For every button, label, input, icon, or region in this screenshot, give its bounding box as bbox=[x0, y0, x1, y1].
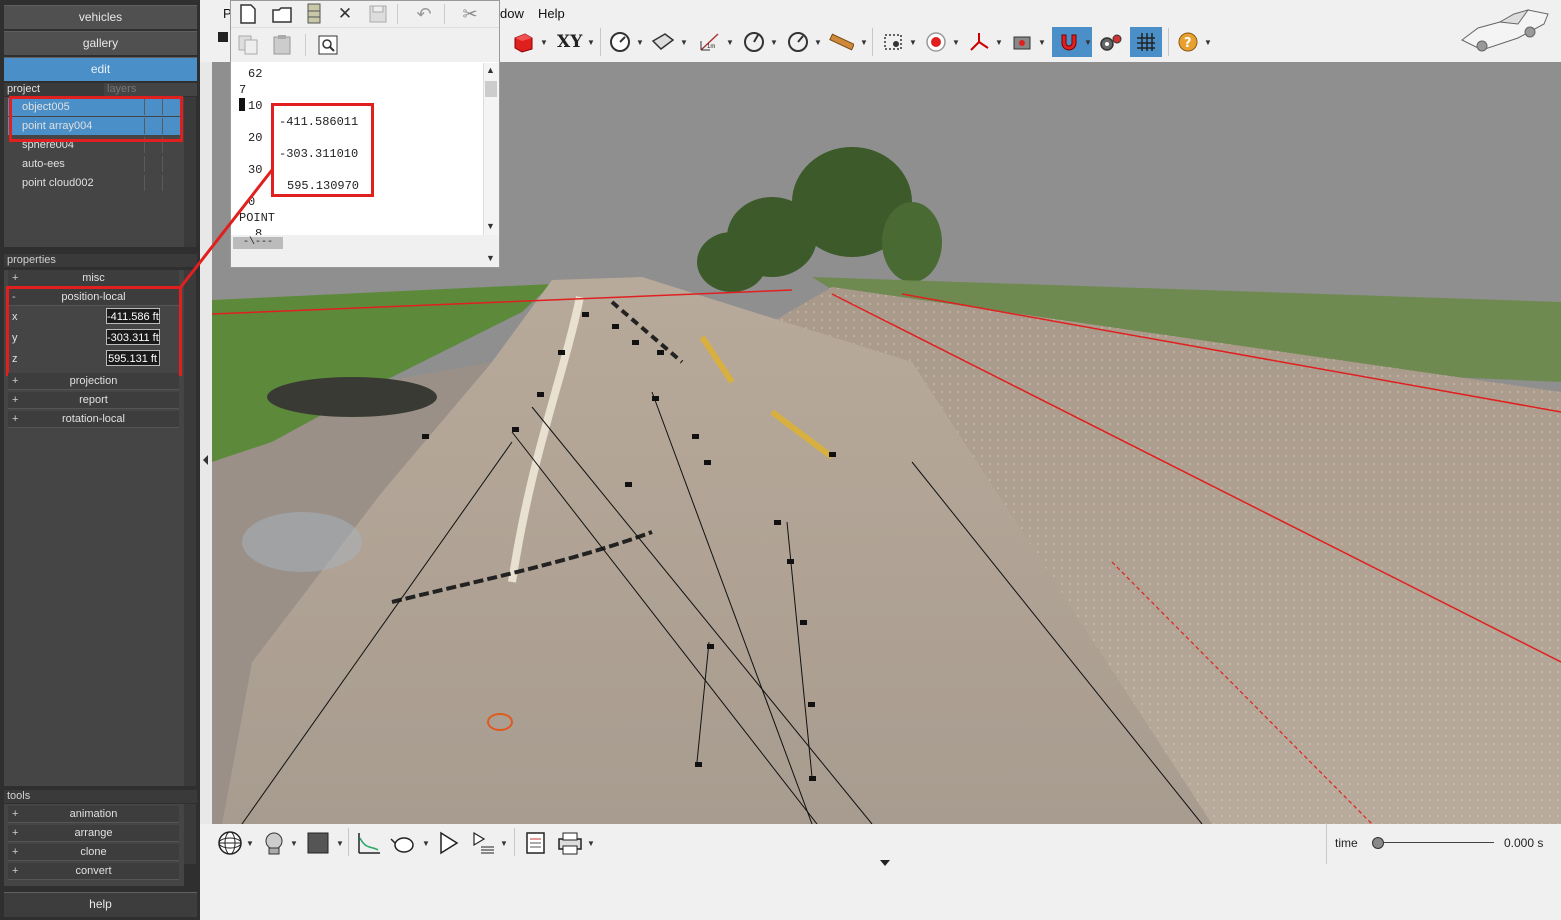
report-group[interactable]: + report bbox=[8, 392, 179, 409]
time-slider-thumb[interactable] bbox=[1372, 837, 1384, 849]
scroll-up-icon[interactable]: ▲ bbox=[486, 65, 495, 75]
scroll-thumb[interactable] bbox=[485, 81, 497, 97]
gears-icon[interactable] bbox=[1098, 29, 1124, 55]
tool-arrange[interactable]: + arrange bbox=[8, 825, 179, 842]
time-label: time bbox=[1335, 836, 1358, 850]
magnet-icon bbox=[1056, 29, 1082, 55]
editor-toolbar: ✕ ↶ ✂ bbox=[231, 1, 499, 28]
highlight-box bbox=[6, 286, 182, 376]
tools-header: tools bbox=[4, 790, 197, 803]
wireframe-sphere-icon[interactable] bbox=[216, 829, 244, 857]
undo-icon[interactable]: ↶ bbox=[411, 1, 437, 27]
editor-status: -\--- bbox=[233, 237, 283, 249]
copy-icon[interactable] bbox=[235, 32, 261, 58]
editor-scrollbar[interactable]: ▲ ▼ bbox=[483, 63, 499, 235]
help-icon[interactable]: ? bbox=[1175, 29, 1201, 55]
editor-status-bar: -\--- ▼ bbox=[231, 235, 499, 267]
svg-text:?: ? bbox=[1184, 36, 1192, 51]
editor-line: 10 bbox=[248, 99, 263, 113]
color-swatch-icon[interactable] bbox=[304, 829, 332, 857]
scroll-down-icon-2[interactable]: ▼ bbox=[486, 253, 495, 263]
arrow-tool-icon[interactable] bbox=[218, 32, 228, 42]
properties-header: properties bbox=[4, 254, 197, 267]
ruler-icon[interactable] bbox=[828, 29, 854, 55]
angle-icon[interactable] bbox=[741, 29, 767, 55]
editor-line: 20 bbox=[248, 131, 263, 145]
tools-panel: + animation + arrange + clone + convert bbox=[4, 804, 184, 886]
report-icon[interactable] bbox=[522, 829, 550, 857]
target-icon[interactable] bbox=[923, 29, 949, 55]
compass-icon[interactable] bbox=[785, 29, 811, 55]
time-value: 0.000 s bbox=[1504, 836, 1544, 850]
misc-group[interactable]: + misc bbox=[8, 270, 179, 287]
edit-button[interactable]: edit bbox=[4, 57, 197, 81]
expand-arrow-icon[interactable] bbox=[880, 860, 890, 866]
cut-icon[interactable]: ✂ bbox=[457, 1, 483, 27]
vehicles-button[interactable]: vehicles bbox=[4, 5, 197, 29]
graph-icon[interactable] bbox=[355, 829, 383, 857]
play-icon[interactable] bbox=[434, 829, 462, 857]
axes-icon[interactable] bbox=[966, 29, 992, 55]
time-slider[interactable] bbox=[1372, 836, 1494, 850]
tool-clone[interactable]: + clone bbox=[8, 844, 179, 861]
xy-plane-button[interactable]: XY bbox=[557, 32, 582, 52]
surface-icon[interactable] bbox=[650, 29, 676, 55]
text-editor-window: ✕ ↶ ✂ 62 7 10 20 30 0 POINT 8 -411.58601… bbox=[230, 0, 500, 268]
highlight-box bbox=[9, 96, 183, 142]
paste-icon[interactable] bbox=[269, 32, 295, 58]
object-list-scrollbar[interactable] bbox=[184, 97, 196, 247]
editor-line: 62 bbox=[248, 67, 263, 81]
grid-icon bbox=[1133, 29, 1159, 55]
gallery-button[interactable]: gallery bbox=[4, 31, 197, 55]
new-file-icon[interactable] bbox=[235, 1, 261, 27]
tool-convert[interactable]: + convert bbox=[8, 863, 179, 880]
save-icon[interactable] bbox=[365, 1, 391, 27]
editor-line: 30 bbox=[248, 163, 263, 177]
editor-line: POINT bbox=[239, 211, 276, 225]
cube-icon[interactable] bbox=[510, 29, 536, 55]
menu-help[interactable]: Help bbox=[538, 6, 565, 21]
teapot-icon[interactable] bbox=[390, 829, 418, 857]
play-list-icon[interactable] bbox=[470, 829, 498, 857]
tool-animation[interactable]: + animation bbox=[8, 806, 179, 823]
collapse-arrow-icon[interactable] bbox=[203, 455, 208, 465]
open-folder-icon[interactable] bbox=[269, 1, 295, 27]
tools-scrollbar[interactable] bbox=[184, 804, 196, 864]
left-panel: vehicles gallery edit project layers obj… bbox=[0, 0, 200, 920]
object-name: auto-ees bbox=[22, 158, 65, 170]
scroll-down-icon[interactable]: ▼ bbox=[486, 221, 495, 231]
bottom-toolbar: ▼ ▼ ▼ ▼ ▼ ▼ time 0.000 s bbox=[200, 824, 1561, 920]
car-logo-icon bbox=[1458, 2, 1554, 54]
object-name: point cloud002 bbox=[22, 177, 94, 189]
cabinet-icon[interactable] bbox=[301, 1, 327, 27]
editor-line: 0 bbox=[248, 195, 256, 209]
select-region-icon[interactable] bbox=[880, 29, 906, 55]
camera-icon[interactable] bbox=[1009, 29, 1035, 55]
projection-group[interactable]: + projection bbox=[8, 373, 179, 390]
print-icon[interactable] bbox=[556, 829, 584, 857]
tab-project[interactable]: project bbox=[4, 83, 104, 96]
gauge-icon[interactable] bbox=[607, 29, 633, 55]
svg-text:1m: 1m bbox=[707, 44, 715, 50]
highlight-box bbox=[271, 103, 374, 197]
editor-line: 7 bbox=[239, 83, 247, 97]
editor-toolbar-2 bbox=[231, 28, 499, 62]
list-item[interactable]: auto-ees bbox=[8, 155, 181, 173]
panel-splitter[interactable] bbox=[200, 62, 212, 824]
head-view-icon[interactable] bbox=[260, 829, 288, 857]
find-icon[interactable] bbox=[315, 32, 341, 58]
rotation-local-group[interactable]: + rotation-local bbox=[8, 411, 179, 428]
close-icon[interactable]: ✕ bbox=[332, 1, 358, 27]
measure-distance-icon[interactable]: 1m bbox=[697, 29, 723, 55]
list-item[interactable]: point cloud002 bbox=[8, 174, 181, 192]
tab-layers[interactable]: layers bbox=[104, 83, 197, 96]
text-cursor bbox=[239, 98, 245, 111]
properties-scrollbar[interactable] bbox=[184, 270, 196, 786]
menu-window[interactable]: dow bbox=[500, 6, 524, 21]
help-button[interactable]: help bbox=[4, 892, 197, 917]
